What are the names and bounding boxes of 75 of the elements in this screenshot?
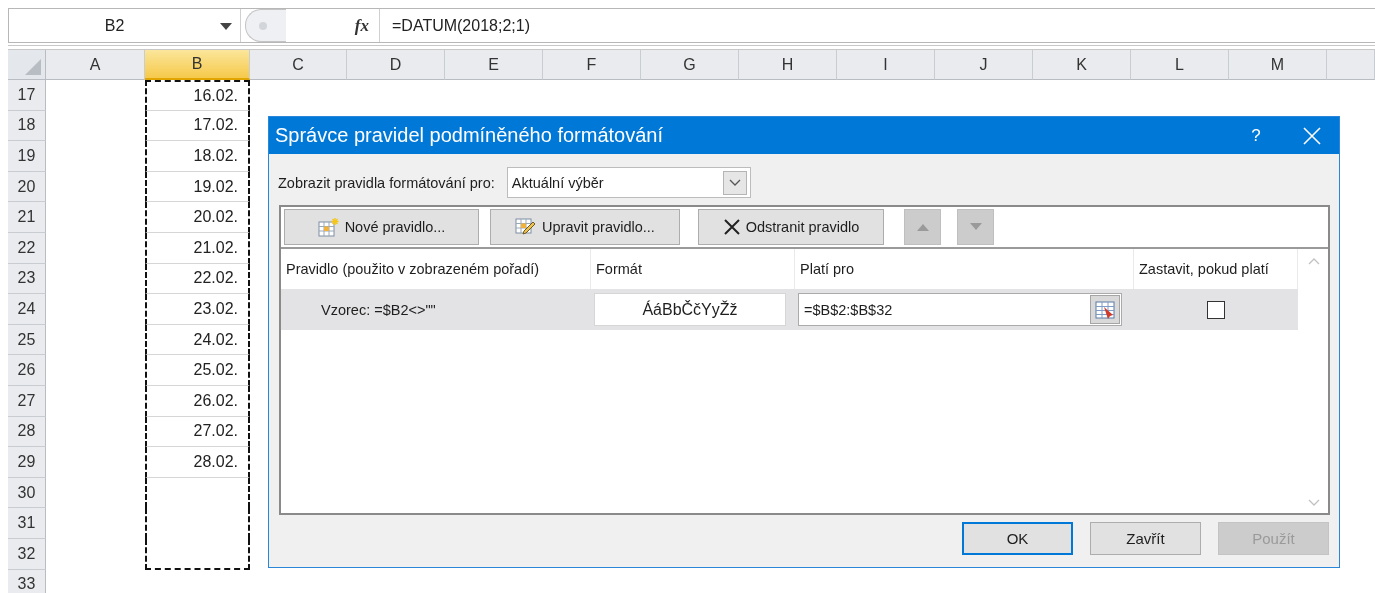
row-header[interactable]: 23 xyxy=(8,263,46,295)
stop-checkbox[interactable] xyxy=(1207,300,1225,319)
arrow-up-icon xyxy=(914,222,931,232)
column-header[interactable]: G xyxy=(641,50,739,80)
column-header[interactable]: H xyxy=(739,50,837,80)
scroll-down-icon[interactable] xyxy=(1308,499,1320,507)
name-box[interactable]: B2 xyxy=(9,16,220,35)
copied-cell: 22.02. xyxy=(145,263,250,295)
column-header[interactable]: A xyxy=(46,50,145,80)
field-label: Zobrazit pravidla formátování pro: xyxy=(278,174,495,191)
delete-rule-button[interactable]: Odstranit pravidlo xyxy=(698,209,884,245)
close-icon[interactable] xyxy=(1303,126,1321,145)
new-rule-button[interactable]: Nové pravidlo... xyxy=(284,209,479,245)
copied-cell: 24.02. xyxy=(145,324,250,356)
copied-cell: 19.02. xyxy=(145,171,250,203)
column-header[interactable]: D xyxy=(347,50,445,80)
range-select-button[interactable] xyxy=(1090,295,1120,324)
edit-rule-button[interactable]: Upravit pravidlo... xyxy=(490,209,680,245)
column-header[interactable]: C xyxy=(250,50,347,80)
row-header[interactable]: 32 xyxy=(8,538,46,570)
column-header[interactable]: K xyxy=(1033,50,1131,80)
row-header[interactable]: 17 xyxy=(8,80,46,111)
copied-cell: 27.02. xyxy=(145,416,250,448)
dialog-title: Správce pravidel podmíněného formátování xyxy=(274,124,664,147)
row-header[interactable]: 27 xyxy=(8,385,46,417)
formula-field[interactable]: =DATUM(2018;2;1) xyxy=(379,9,1375,42)
row-header[interactable]: 30 xyxy=(8,477,46,509)
copied-cell: 21.02. xyxy=(145,232,250,264)
dialog-button[interactable]: OK xyxy=(962,522,1073,555)
row-header[interactable]: 18 xyxy=(8,110,46,142)
column-header[interactable] xyxy=(1327,50,1375,80)
copied-cell: 16.02. xyxy=(145,80,250,111)
formula-bar-handle[interactable] xyxy=(245,9,286,42)
chevron-down-icon[interactable] xyxy=(728,178,741,187)
rule-text: Vzorec: =$B2<>"" xyxy=(320,301,436,318)
column-header[interactable]: M xyxy=(1229,50,1327,80)
column-header[interactable]: I xyxy=(837,50,935,80)
copied-cell: 25.02. xyxy=(145,355,250,386)
column-header[interactable]: F xyxy=(543,50,641,80)
row-header[interactable]: 20 xyxy=(8,171,46,203)
arrow-down-icon xyxy=(967,222,984,232)
help-button[interactable]: ? xyxy=(1239,125,1273,146)
column-header[interactable]: L xyxy=(1131,50,1229,80)
new-rule-icon xyxy=(317,217,340,237)
edit-rule-icon xyxy=(515,217,538,237)
row-header[interactable]: 33 xyxy=(8,569,46,593)
row-header[interactable]: 29 xyxy=(8,447,46,478)
row-header[interactable]: 21 xyxy=(8,202,46,233)
select-all-button[interactable] xyxy=(8,50,46,80)
copied-cell: 23.02. xyxy=(145,294,250,325)
copied-cell: 18.02. xyxy=(145,141,250,172)
column-header[interactable]: J xyxy=(935,50,1033,80)
row-header[interactable]: 22 xyxy=(8,232,46,264)
copied-cell: 28.02. xyxy=(145,447,250,478)
format-preview: ÁáBbČčYyŽž xyxy=(594,293,786,326)
scroll-up-icon[interactable] xyxy=(1308,257,1320,265)
dialog-button[interactable]: Zavřít xyxy=(1090,522,1201,555)
rule-row[interactable]: Vzorec: =$B2<>"" xyxy=(281,289,591,330)
copied-cell: 20.02. xyxy=(145,202,250,233)
row-header[interactable]: 25 xyxy=(8,324,46,356)
scope-dropdown[interactable]: Aktuální výběr xyxy=(506,167,751,198)
row-header[interactable]: 19 xyxy=(8,141,46,172)
row-header[interactable]: 31 xyxy=(8,508,46,539)
row-header[interactable]: 28 xyxy=(8,416,46,448)
column-header[interactable]: E xyxy=(445,50,543,80)
applies-to-field[interactable]: =$B$2:$B$32 xyxy=(798,293,1122,326)
triangle-icon[interactable] xyxy=(25,59,41,75)
caret-icon[interactable] xyxy=(220,21,232,30)
insert-function-button[interactable]: fx xyxy=(354,15,369,36)
copied-cell: 17.02. xyxy=(145,110,250,142)
copied-cell: 26.02. xyxy=(145,385,250,417)
close-icon xyxy=(722,218,741,236)
row-header[interactable]: 24 xyxy=(8,294,46,325)
row-header[interactable]: 26 xyxy=(8,355,46,386)
column-header[interactable]: B xyxy=(145,50,250,80)
